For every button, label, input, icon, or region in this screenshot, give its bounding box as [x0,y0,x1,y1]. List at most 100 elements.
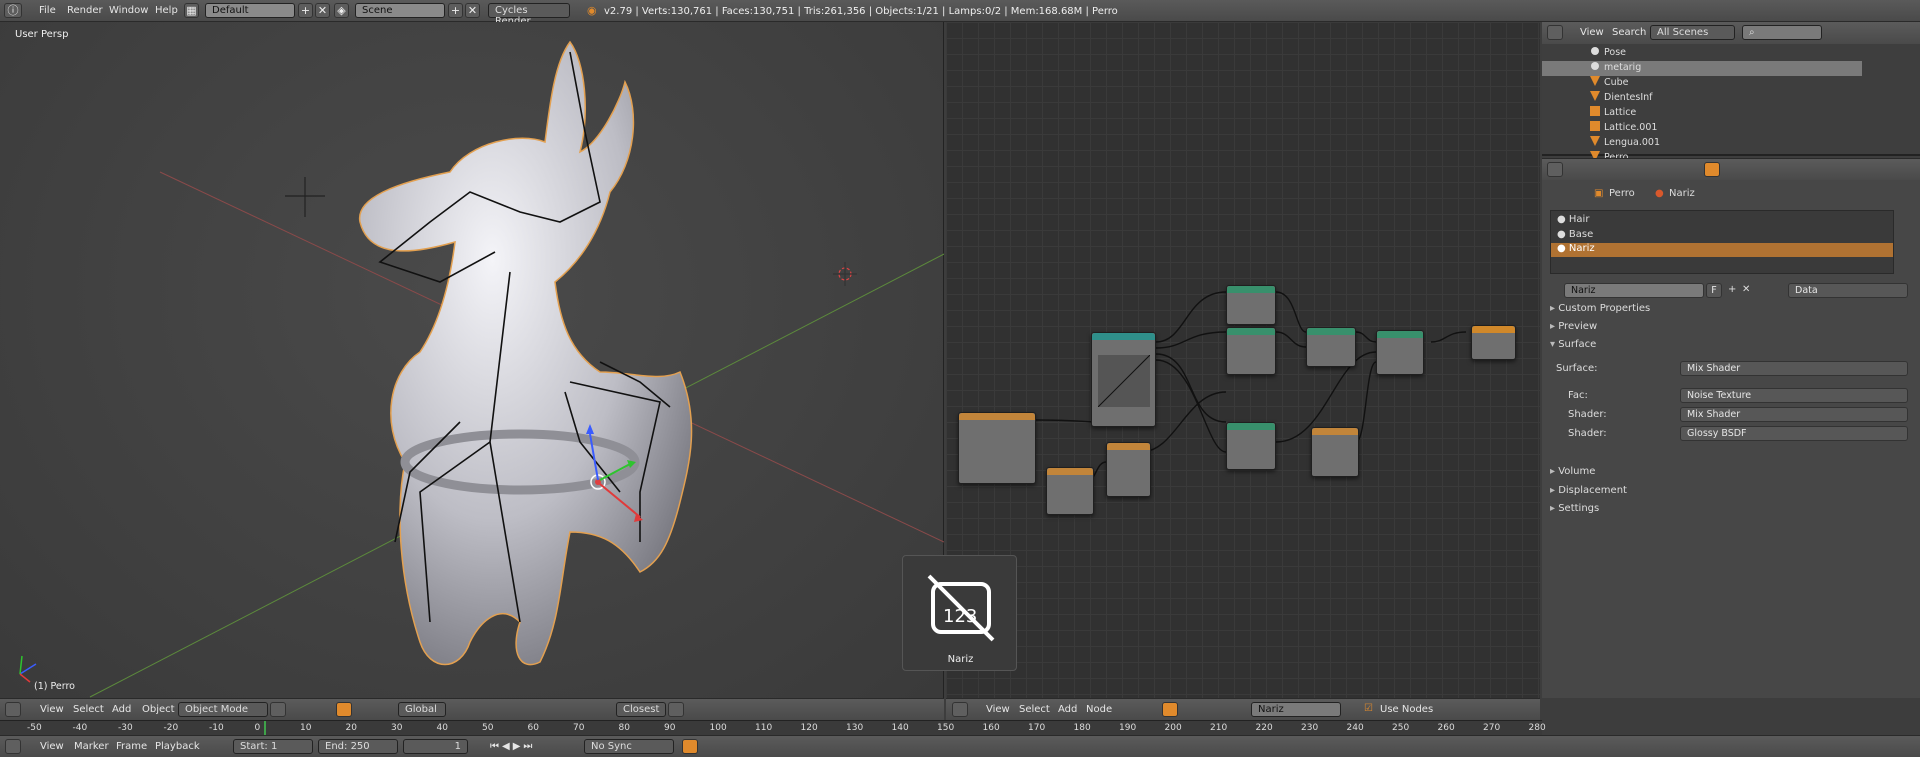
viewport-menu-select[interactable]: Select [73,704,104,715]
frame-tick-label: 0 [254,723,261,733]
outliner[interactable]: View Search All Scenes ⌕ Pose metarig Cu… [1542,22,1920,163]
timeline-menu-playback[interactable]: Playback [155,741,200,752]
end-frame-field[interactable]: End: 250 [318,739,398,754]
outliner-item-pose[interactable]: Pose [1590,46,1626,61]
material-slot-list: ● Hair ● Base ● Nariz [1550,210,1894,274]
material-slot-nariz[interactable]: ● Nariz [1551,243,1893,257]
add-layout-button[interactable]: + [298,3,313,18]
timeline-ruler[interactable]: -50 -40 -30 -20 -10 0 10 20 30 40 50 60 70 80 90 100 110… [0,720,1546,736]
use-nodes-checkbox[interactable]: ☑ [1364,703,1373,714]
properties-editor[interactable]: ▣ Perro ● Nariz ● Hair ● Base ● Nariz Na… [1542,158,1920,698]
material-name-field[interactable]: Nariz [1564,283,1704,298]
current-frame-marker[interactable] [264,721,266,736]
unlink-material-button[interactable]: ✕ [1742,284,1750,295]
scene-icon[interactable]: ◈ [334,3,349,18]
playback-controls[interactable]: ⏮◀▶⏭ [490,741,535,752]
panel-surface[interactable]: Surface [1550,339,1596,350]
color-ramp-node[interactable] [958,412,1036,484]
menu-file[interactable]: File [39,5,56,16]
transform-orientation-select[interactable]: Global [398,702,446,717]
editor-type-icon[interactable] [952,702,968,717]
current-frame-field[interactable]: 1 [403,739,468,754]
snap-target-select[interactable]: Closest [616,702,666,717]
auto-keying-toggle[interactable] [682,739,698,754]
node-menu-node[interactable]: Node [1086,704,1112,715]
glossy-bsdf-node[interactable] [1226,327,1276,375]
outliner-item-metarig[interactable]: metarig [1542,61,1862,76]
material-tab-icon[interactable] [1704,162,1720,177]
node-material-field[interactable]: Nariz [1251,702,1341,717]
diffuse-bsdf-node[interactable] [1226,285,1276,325]
glossy-bsdf-node-2[interactable] [1226,422,1276,470]
manipulator-toggle[interactable] [336,702,352,717]
viewport-menu-add[interactable]: Add [112,704,131,715]
render-preview-icon[interactable] [668,702,684,717]
info-editor-icon[interactable]: ⓘ [4,3,22,18]
screen-layout-field[interactable]: Default [205,3,295,18]
menu-render[interactable]: Render [67,5,103,16]
3d-viewport[interactable]: User Persp (1) Perro [0,22,944,698]
link-select[interactable]: Data [1788,283,1908,298]
shader1-select[interactable]: Mix Shader [1680,407,1908,422]
menu-window[interactable]: Window [109,5,148,16]
render-engine-select[interactable]: Cycles Render [488,3,570,27]
panel-custom-properties[interactable]: Custom Properties [1550,303,1650,314]
frame-tick-label: 150 [937,723,955,733]
outliner-menu-view[interactable]: View [1580,27,1604,38]
viewport-shading-icon[interactable] [270,702,286,717]
rgb-curves-node[interactable] [1091,332,1156,427]
outliner-item-lattice-001[interactable]: Lattice.001 [1590,121,1657,136]
timeline-menu-view[interactable]: View [40,741,64,752]
remove-layout-button[interactable]: ✕ [315,3,330,18]
panel-preview[interactable]: Preview [1550,321,1597,332]
editor-type-icon[interactable] [1547,162,1563,177]
fac-input-select[interactable]: Noise Texture [1680,388,1908,403]
surface-shader-select[interactable]: Mix Shader [1680,361,1908,376]
material-output-node[interactable] [1471,325,1516,360]
node-menu-view[interactable]: View [986,704,1010,715]
editor-type-icon[interactable] [5,739,21,754]
panel-displacement[interactable]: Displacement [1550,485,1627,496]
outliner-item-lengua-001[interactable]: Lengua.001 [1590,136,1660,151]
editor-type-icon[interactable] [1547,25,1563,40]
noise-texture-node[interactable] [1311,427,1359,477]
sync-mode-select[interactable]: No Sync [584,739,674,754]
outliner-item-cube[interactable]: Cube [1590,76,1629,91]
node-menu-select[interactable]: Select [1019,704,1050,715]
display-mode-select[interactable]: All Scenes [1650,25,1735,40]
node-menu-add[interactable]: Add [1058,704,1077,715]
viewport-menu-view[interactable]: View [40,704,64,715]
viewport-scene [19,40,944,698]
menu-help[interactable]: Help [155,5,178,16]
outliner-item-lattice[interactable]: Lattice [1590,106,1636,121]
material-slot-hair[interactable]: ● Hair [1557,214,1589,225]
timeline-menu-frame[interactable]: Frame [116,741,147,752]
outliner-menu-search[interactable]: Search [1612,27,1646,38]
interaction-mode-select[interactable]: Object Mode [178,702,268,717]
editor-type-icon[interactable] [5,702,21,717]
outliner-item-dientesinf[interactable]: DientesInf [1590,91,1653,106]
screen-layout-icon[interactable]: ▦ [184,3,199,18]
add-scene-button[interactable]: + [448,3,463,18]
texture-coordinate-node[interactable] [1046,467,1094,515]
shader-nodes-icon[interactable] [1162,702,1178,717]
node-editor[interactable]: 123 Nariz [902,22,1540,698]
shader2-select[interactable]: Glossy BSDF [1680,426,1908,441]
scene-field[interactable]: Scene [355,3,445,18]
bump-node[interactable] [1106,442,1151,497]
panel-settings[interactable]: Settings [1550,503,1599,514]
viewport-menu-object[interactable]: Object [142,704,175,715]
fake-user-button[interactable]: F [1706,283,1722,298]
timeline-menu-marker[interactable]: Marker [74,741,109,752]
mix-shader-node-2[interactable] [1376,330,1424,375]
start-frame-field[interactable]: Start: 1 [233,739,313,754]
panel-volume[interactable]: Volume [1550,466,1595,477]
frame-tick-label: 210 [1210,723,1228,733]
mix-shader-node[interactable] [1306,327,1356,367]
frame-tick-label: 90 [664,723,676,733]
remove-scene-button[interactable]: ✕ [465,3,480,18]
material-slot-base[interactable]: ● Base [1557,229,1593,240]
new-material-button[interactable]: + [1728,284,1736,295]
frame-tick-label: -50 [27,723,42,733]
outliner-search-input[interactable]: ⌕ [1742,25,1822,40]
